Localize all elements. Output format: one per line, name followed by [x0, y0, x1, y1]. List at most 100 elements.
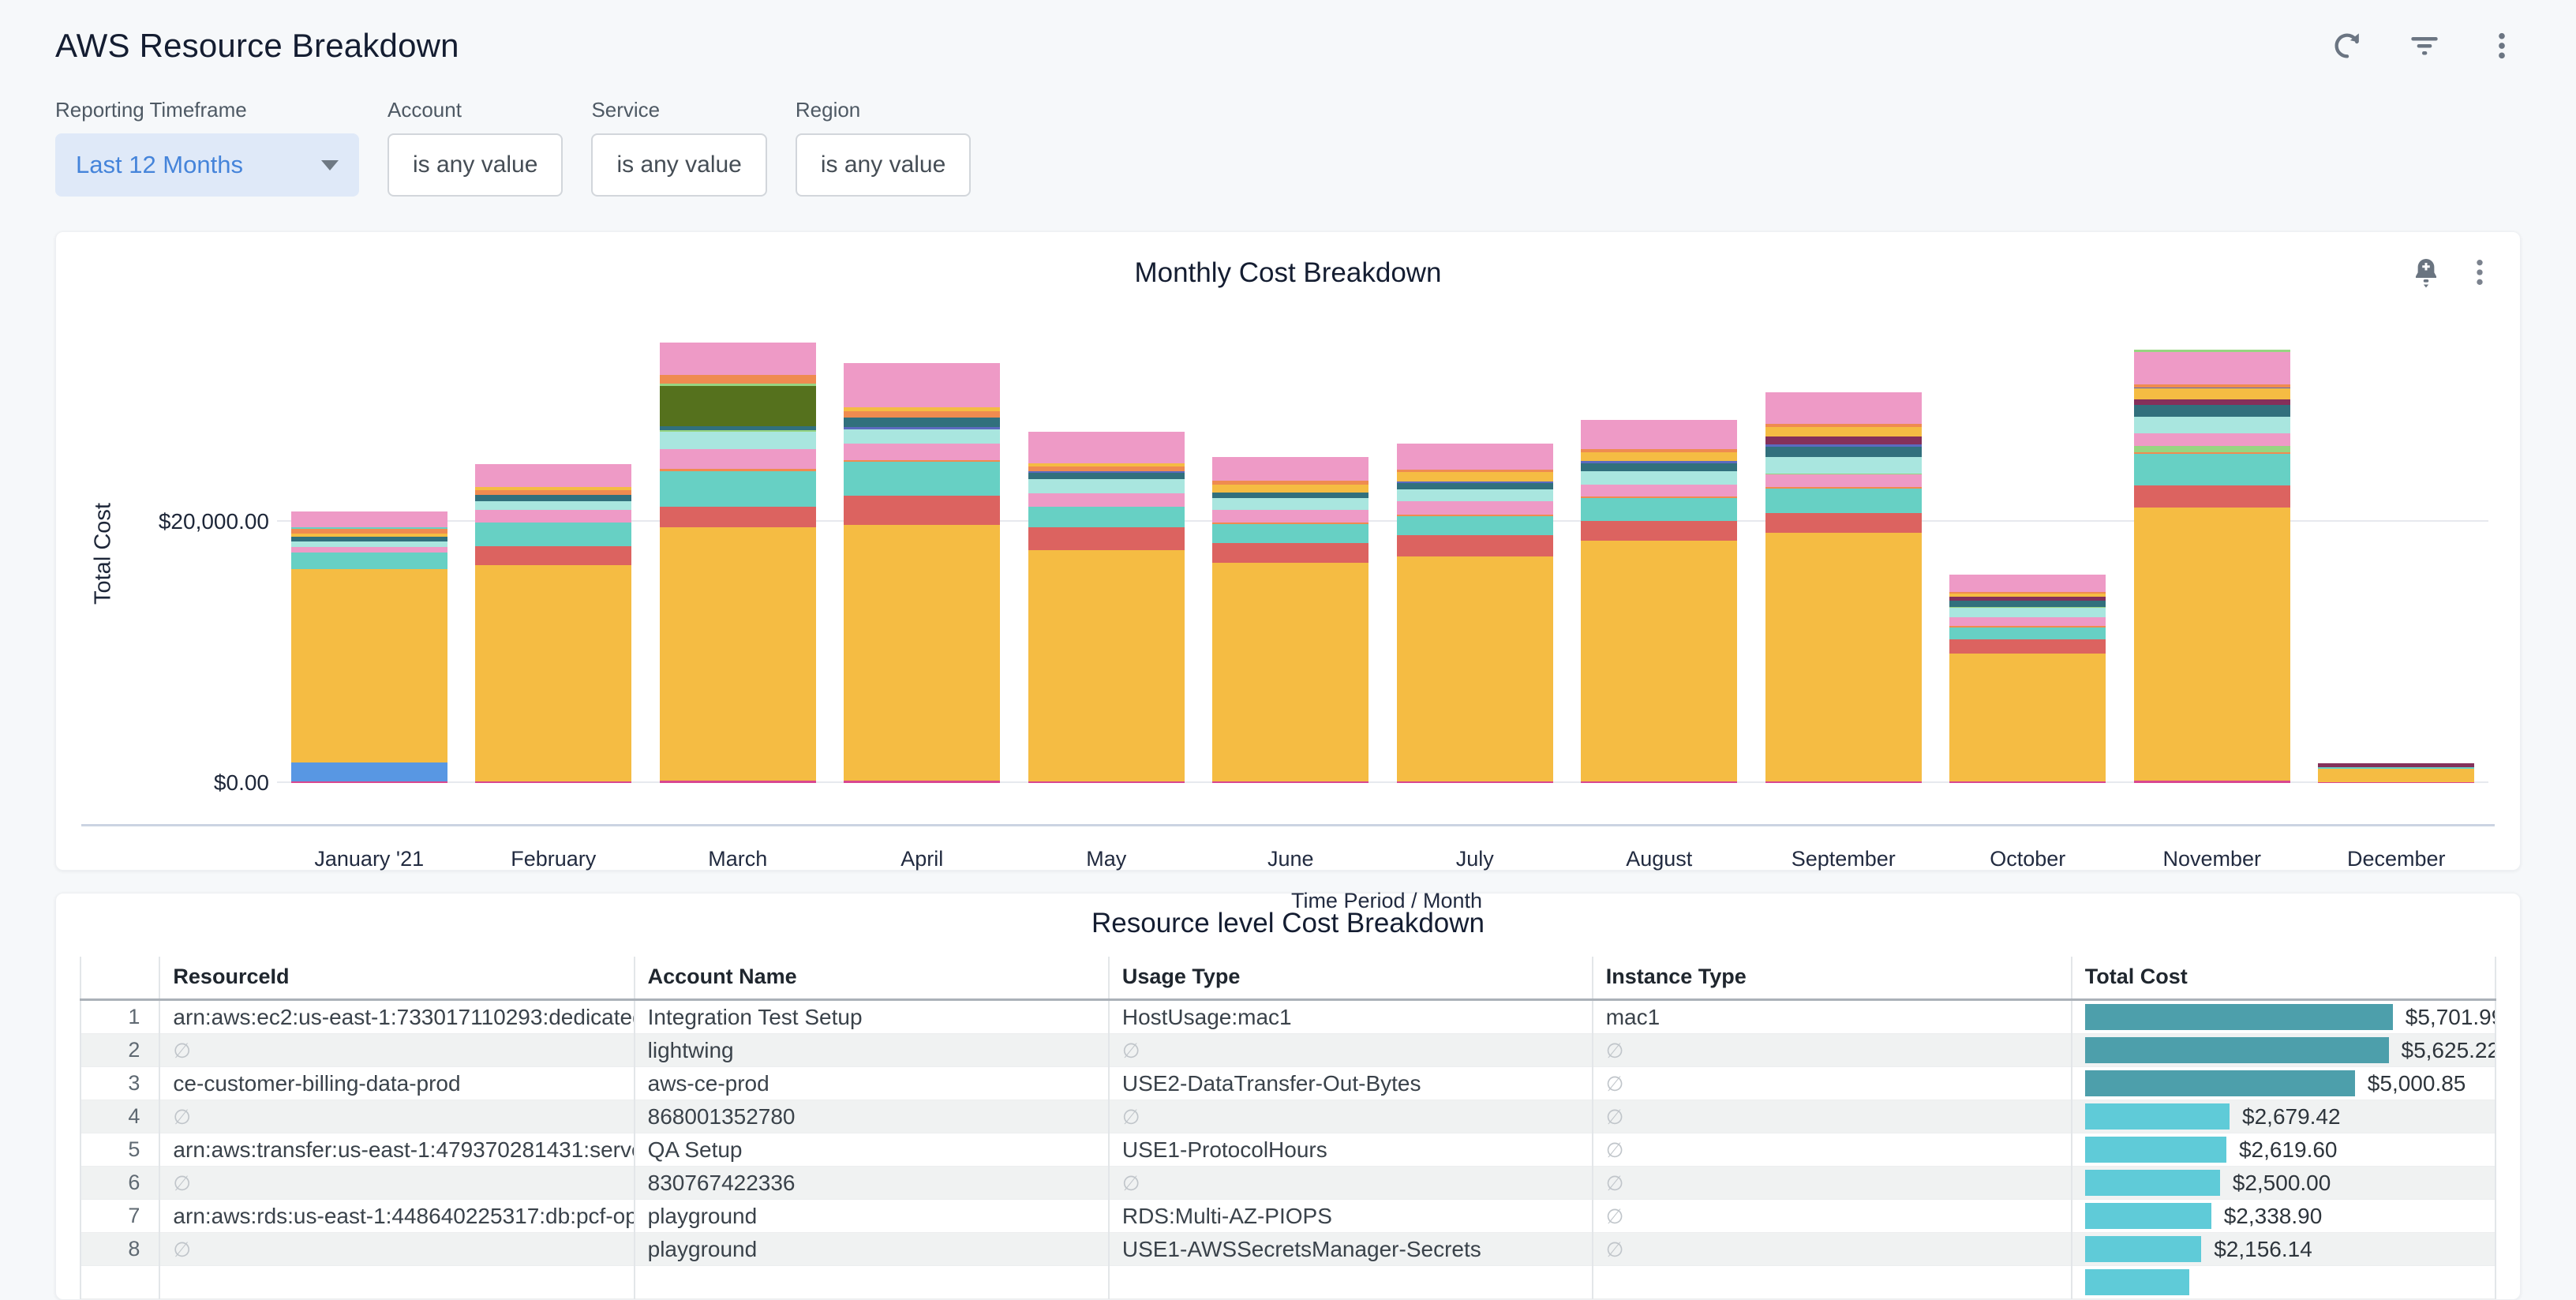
bar-segment-amber[interactable] [1581, 452, 1737, 462]
bar-segment-darkTeal[interactable] [1212, 493, 1368, 498]
bar-segment-paleCyan[interactable] [1581, 471, 1737, 485]
bar-segment-pink[interactable] [1581, 420, 1737, 448]
bar-segment-paleCyan[interactable] [2134, 417, 2290, 433]
bar-segment-amber[interactable] [1212, 563, 1368, 781]
bar-segment-amber[interactable] [844, 525, 1000, 781]
bar-segment-paleCyan[interactable] [1765, 457, 1922, 474]
reporting-timeframe-dropdown[interactable]: Last 12 Months [55, 133, 359, 197]
bar-segment-magenta[interactable] [844, 781, 1000, 783]
column-header-total-cost[interactable]: Total Cost [2072, 957, 2496, 1000]
bar-segment-paleCyan[interactable] [475, 501, 631, 511]
stacked-bar[interactable] [1028, 432, 1185, 783]
bar-segment-teal[interactable] [1765, 489, 1922, 513]
stacked-bar[interactable] [291, 511, 447, 783]
bar-segment-pink[interactable] [1581, 485, 1737, 497]
bar-segment-magenta[interactable] [291, 781, 447, 783]
bar-segment-amber[interactable] [1397, 472, 1553, 481]
bar-segment-darkTeal[interactable] [1581, 463, 1737, 471]
bar-segment-pink[interactable] [2134, 352, 2290, 384]
bar-segment-magenta[interactable] [1949, 781, 2106, 783]
bar-segment-pink[interactable] [475, 510, 631, 523]
bar-segment-paleCyan[interactable] [1212, 498, 1368, 510]
column-header-usage-type[interactable]: Usage Type [1109, 957, 1593, 1000]
stacked-bar[interactable] [660, 343, 816, 783]
bar-segment-amber[interactable] [660, 527, 816, 781]
bar-segment-darkTeal[interactable] [2134, 405, 2290, 418]
bar-segment-magenta[interactable] [660, 781, 816, 783]
bar-segment-amber[interactable] [2318, 769, 2474, 782]
bar-segment-teal[interactable] [844, 462, 1000, 496]
bar-segment-magenta[interactable] [2318, 782, 2474, 783]
bar-segment-amber[interactable] [475, 565, 631, 781]
bar-segment-magenta[interactable] [2134, 781, 2290, 783]
bar-segment-magenta[interactable] [1028, 781, 1185, 783]
bar-segment-darkTeal[interactable] [1949, 601, 2106, 606]
bar-segment-teal[interactable] [1949, 628, 2106, 639]
bar-segment-pink[interactable] [1028, 432, 1185, 463]
bar-segment-darkTeal[interactable] [1765, 447, 1922, 457]
bar-segment-darkTeal[interactable] [1397, 483, 1553, 489]
bar-segment-pink[interactable] [1949, 617, 2106, 627]
bar-segment-magenta[interactable] [1581, 781, 1737, 783]
bar-segment-magenta[interactable] [1397, 781, 1553, 783]
bar-segment-magenta[interactable] [475, 781, 631, 783]
bar-segment-amber[interactable] [1765, 533, 1922, 781]
bar-segment-teal[interactable] [475, 523, 631, 546]
bar-segment-paleCyan[interactable] [1028, 479, 1185, 493]
bar-segment-teal[interactable] [2134, 454, 2290, 485]
bar-segment-pink[interactable] [660, 449, 816, 469]
bar-segment-pink[interactable] [475, 464, 631, 487]
stacked-bar[interactable] [2318, 763, 2474, 783]
stacked-bar[interactable] [1397, 444, 1553, 783]
bar-segment-amber[interactable] [291, 569, 447, 762]
bar-segment-paleCyan[interactable] [844, 429, 1000, 444]
bar-segment-pink[interactable] [844, 444, 1000, 460]
bar-segment-amber[interactable] [1581, 541, 1737, 781]
bar-segment-pink[interactable] [1212, 457, 1368, 481]
bar-segment-coral[interactable] [1949, 639, 2106, 654]
bar-segment-teal[interactable] [1397, 516, 1553, 536]
bar-segment-magenta[interactable] [1765, 781, 1922, 783]
bar-segment-coral[interactable] [1581, 521, 1737, 541]
bar-segment-darkTeal[interactable] [475, 495, 631, 501]
bar-segment-paleCyan[interactable] [1949, 608, 2106, 617]
bar-segment-pink[interactable] [1765, 392, 1922, 424]
bar-segment-amber[interactable] [1949, 654, 2106, 781]
bar-segment-orange[interactable] [844, 411, 1000, 418]
bar-segment-amber[interactable] [1765, 427, 1922, 436]
bar-segment-coral[interactable] [660, 507, 816, 527]
bar-segment-orange[interactable] [660, 375, 816, 384]
bar-segment-coral[interactable] [1212, 543, 1368, 563]
bar-segment-coral[interactable] [1765, 513, 1922, 533]
column-header-resourceid[interactable]: ResourceId [159, 957, 634, 1000]
bar-segment-pink[interactable] [660, 343, 816, 375]
bar-segment-darkTeal[interactable] [844, 418, 1000, 427]
bar-segment-amber[interactable] [1212, 485, 1368, 493]
stacked-bar[interactable] [1212, 457, 1368, 783]
stacked-bar[interactable] [1581, 420, 1737, 783]
service-filter-button[interactable]: is any value [591, 133, 766, 197]
bar-segment-olive[interactable] [660, 386, 816, 426]
bar-segment-paleCyan[interactable] [291, 541, 447, 547]
stacked-bar[interactable] [475, 464, 631, 783]
bar-segment-pink[interactable] [1397, 444, 1553, 470]
bar-segment-magenta[interactable] [1212, 781, 1368, 783]
stacked-bar[interactable] [2134, 350, 2290, 783]
bar-segment-teal[interactable] [291, 553, 447, 570]
bar-segment-darkTeal[interactable] [1028, 473, 1185, 479]
bar-segment-coral[interactable] [475, 546, 631, 566]
filter-icon[interactable] [2407, 28, 2442, 63]
bar-segment-amber[interactable] [2134, 388, 2290, 399]
bar-segment-coral[interactable] [1397, 535, 1553, 556]
bar-segment-pink[interactable] [844, 363, 1000, 407]
bar-segment-paleCyan[interactable] [660, 432, 816, 449]
bar-segment-pink[interactable] [1212, 510, 1368, 523]
column-header-account-name[interactable]: Account Name [635, 957, 1109, 1000]
bar-segment-pink[interactable] [1397, 501, 1553, 515]
bar-segment-teal[interactable] [1581, 498, 1737, 521]
bar-segment-pink[interactable] [1949, 575, 2106, 592]
bar-segment-paleCyan[interactable] [1397, 489, 1553, 501]
bar-segment-lightGreen[interactable] [2134, 446, 2290, 452]
column-header-instance-type[interactable]: Instance Type [1593, 957, 2072, 1000]
bar-segment-coral[interactable] [844, 496, 1000, 524]
